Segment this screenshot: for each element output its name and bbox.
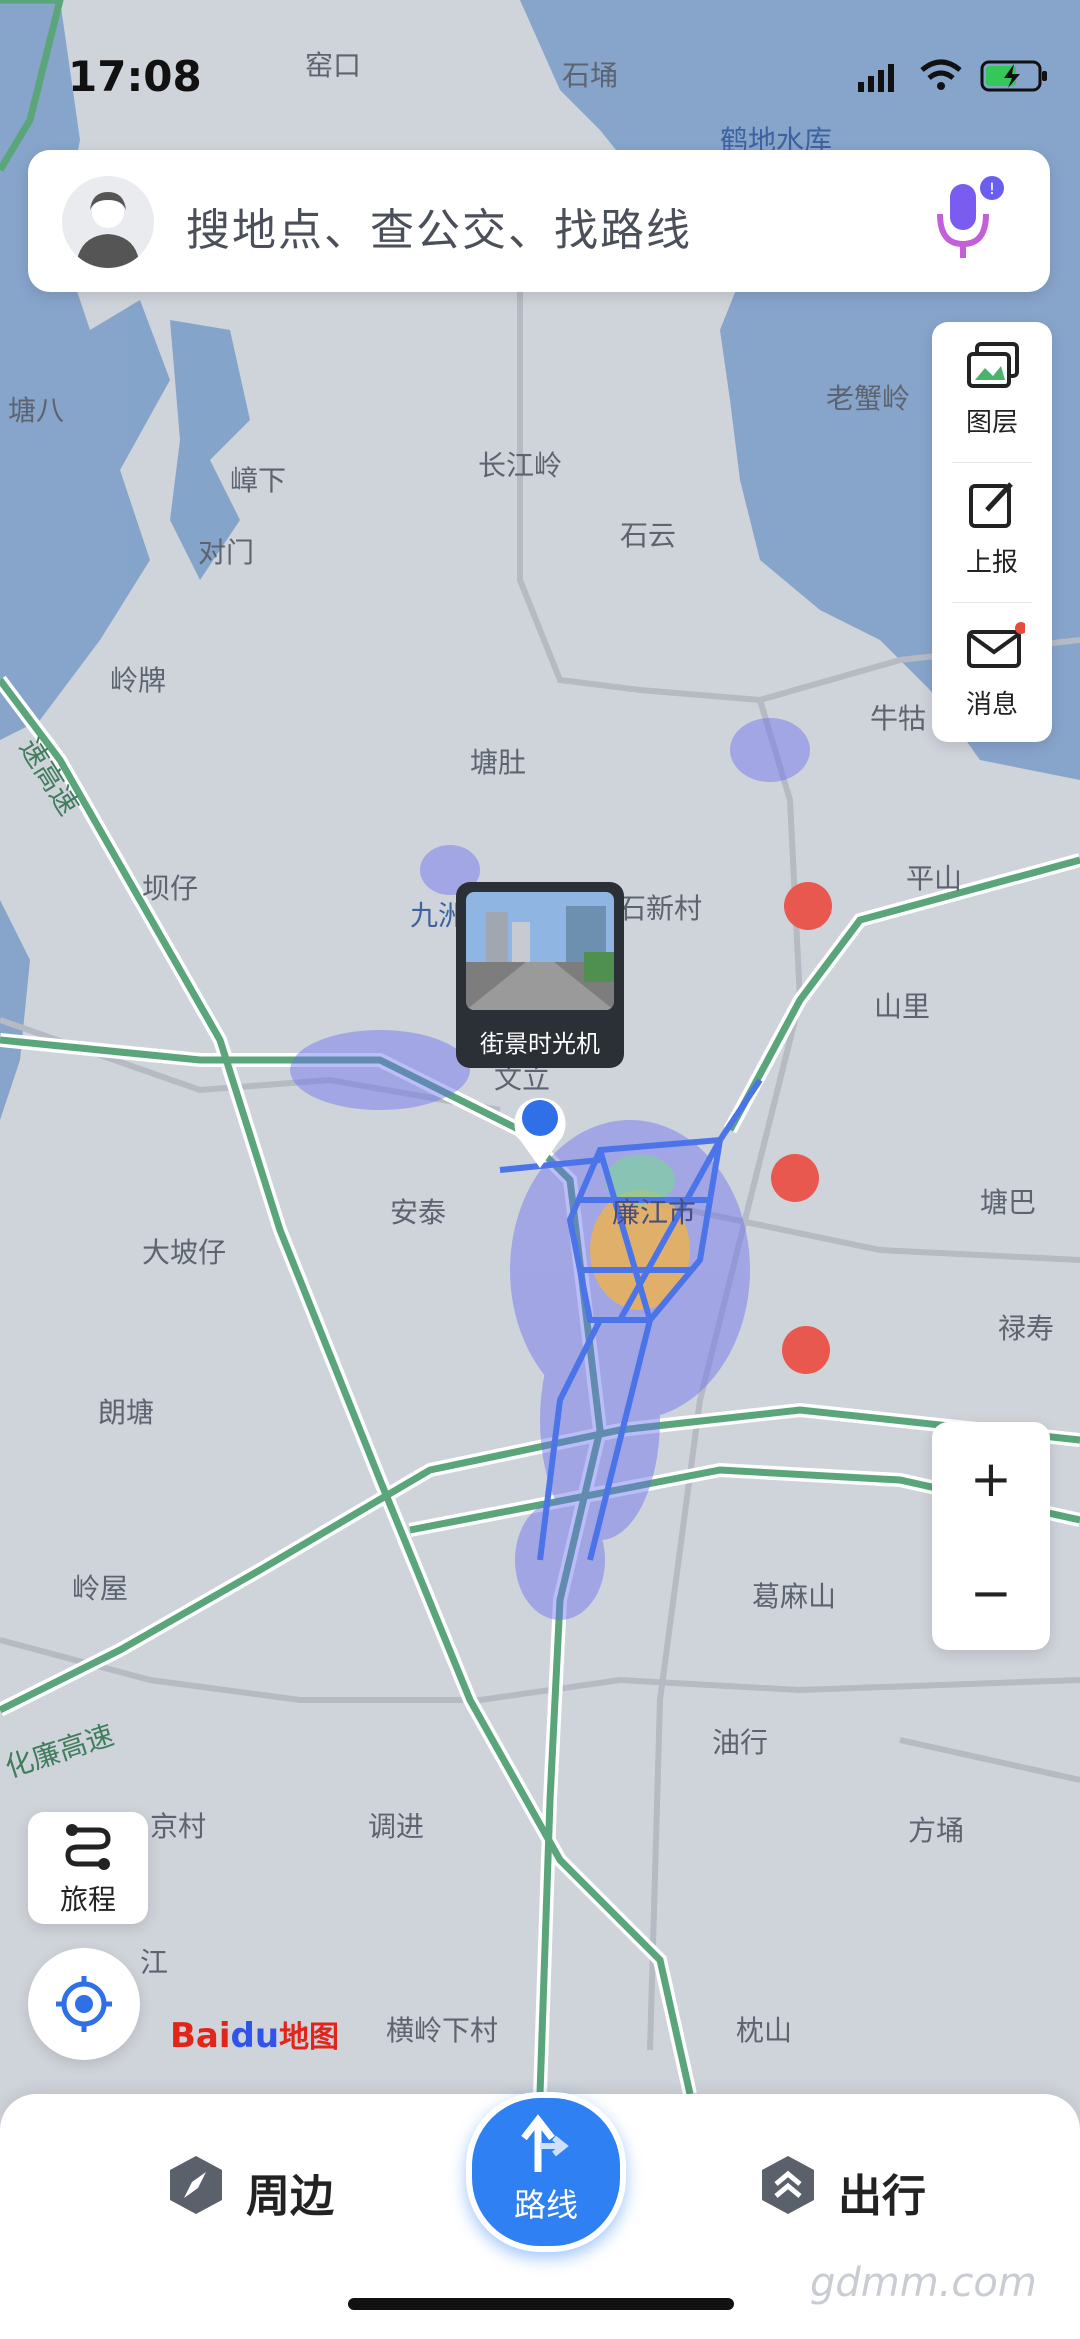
logo-map: 地图: [279, 2020, 340, 2055]
map-label: 牛牯: [870, 702, 926, 735]
zoom-out-button[interactable]: −: [932, 1536, 1050, 1650]
crosshair-icon: [56, 1976, 112, 2032]
trip-label: 旅程: [59, 1883, 116, 1916]
route-label: 路线: [513, 2186, 578, 2224]
map-label: 嶂下: [230, 464, 286, 497]
side-panel: 图层 上报 消息: [932, 322, 1052, 742]
route-button[interactable]: 路线: [466, 2092, 626, 2252]
map-label: 油行: [712, 1726, 768, 1759]
edit-icon: [969, 482, 1013, 528]
status-time: 17:08: [68, 52, 202, 101]
layers-button[interactable]: 图层: [932, 322, 1052, 452]
travel-label: 出行: [838, 2171, 926, 2222]
route-arrow-icon: [521, 2114, 569, 2172]
street-view-card[interactable]: 街景时光机: [456, 882, 624, 1068]
map-canvas[interactable]: 窑口 石埇 鹤地水库 塘八 老蟹岭 嶂下 长江岭 石云 对门 岭牌 塘肚 牛牯 …: [0, 0, 1080, 2339]
divider: [952, 602, 1032, 603]
map-label: 岭屋: [72, 1572, 128, 1605]
logo-bai: Bai: [170, 2016, 231, 2056]
baidu-logo: Baidu地图: [170, 2012, 339, 2056]
layers-icon: [967, 342, 1019, 388]
map-label: 朗塘: [98, 1396, 154, 1429]
map-label: 岭牌: [110, 664, 166, 697]
map-label: 塘八: [8, 394, 64, 427]
map-label: 枕山: [736, 2014, 792, 2047]
layers-label: 图层: [965, 408, 1018, 438]
map-label: 坝仔: [142, 872, 198, 905]
route-curve-icon: [65, 1824, 111, 1870]
map-label: 京村: [150, 1810, 206, 1843]
report-button[interactable]: 上报: [932, 462, 1052, 592]
map-label: 石新村: [618, 892, 702, 925]
avatar[interactable]: [62, 176, 154, 268]
map-label: 安泰: [390, 1196, 446, 1229]
map-label: 老蟹岭: [826, 382, 910, 415]
compass-icon: [170, 2156, 222, 2214]
status-bar: 17:08: [0, 0, 1080, 150]
map-label: 石云: [620, 519, 676, 552]
watermark: gdmm.com: [810, 2260, 1037, 2306]
map-label: 江: [140, 1946, 168, 1979]
messages-button[interactable]: 消息: [932, 604, 1052, 734]
trip-button[interactable]: 旅程: [28, 1812, 148, 1924]
nearby-label: 周边: [246, 2171, 334, 2222]
svg-text:!: !: [989, 179, 995, 198]
battery-icon: [980, 60, 1047, 92]
map-label: 平山: [906, 862, 962, 895]
map-label: 禄寿: [998, 1312, 1054, 1345]
map-label: 方埇: [908, 1814, 964, 1847]
search-bar[interactable]: 搜地点、查公交、找路线 !: [28, 150, 1050, 292]
map-label: 大坡仔: [142, 1236, 226, 1269]
zoom-controls: + −: [932, 1422, 1050, 1650]
report-label: 上报: [965, 548, 1018, 578]
messages-label: 消息: [965, 690, 1018, 720]
map-label: 葛麻山: [752, 1580, 836, 1613]
map-label: 廉江市: [612, 1196, 696, 1229]
map-label: 塘巴: [980, 1186, 1036, 1219]
map-label: 横岭下村: [386, 2014, 498, 2047]
street-view-label: 街景时光机: [480, 1030, 600, 1058]
search-input[interactable]: 搜地点、查公交、找路线: [186, 194, 692, 258]
wifi-icon: [920, 59, 962, 90]
map-label: 长江岭: [478, 449, 562, 482]
map-label: 塘肚: [470, 746, 526, 779]
signal-icon: [858, 64, 894, 92]
locate-button[interactable]: [28, 1948, 140, 2060]
map-label: 山里: [874, 990, 930, 1023]
map-label: 对门: [198, 536, 254, 569]
street-view-thumbnail: [466, 892, 614, 1010]
mail-icon: [967, 622, 1025, 668]
logo-du: du: [230, 2016, 280, 2056]
map-label: 调进: [368, 1810, 424, 1843]
zoom-in-button[interactable]: +: [932, 1422, 1050, 1536]
voice-search-icon[interactable]: !: [920, 172, 1010, 272]
travel-icon: [762, 2156, 814, 2214]
home-indicator[interactable]: [348, 2298, 734, 2310]
